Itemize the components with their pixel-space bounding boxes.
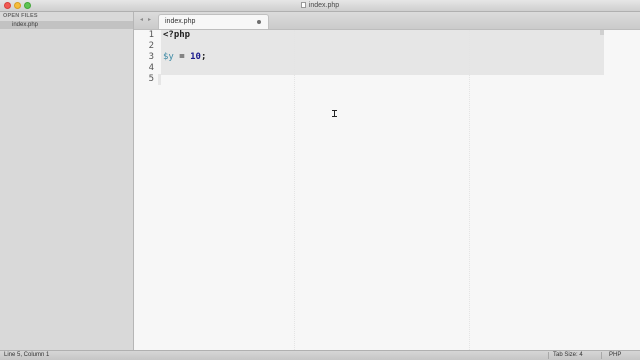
line-number: 1 <box>148 30 154 40</box>
cursor-position: Line 5, Column 1 <box>4 352 50 358</box>
title-bar: index.php <box>0 0 640 12</box>
code-token: <?php <box>163 30 191 40</box>
sidebar-file-label: index.php <box>12 22 39 28</box>
minimap-scroll-indicator[interactable] <box>600 30 604 35</box>
code-token: = <box>173 52 191 62</box>
tab-scroll-left-icon[interactable]: ◂ <box>140 16 143 23</box>
line-number: 2 <box>148 41 154 51</box>
tab-size-selector[interactable]: Tab Size: 4 <box>553 352 583 358</box>
status-divider <box>548 352 549 359</box>
tab-close-icon[interactable] <box>257 20 261 24</box>
ibeam-cursor-icon <box>332 110 337 117</box>
code-token: 10 <box>190 52 201 62</box>
syntax-selector[interactable]: PHP <box>609 352 621 358</box>
tab-index-php[interactable]: index.php <box>158 14 269 29</box>
column-guide <box>294 30 295 350</box>
status-divider <box>601 352 602 359</box>
window-title: index.php <box>0 0 640 11</box>
sidebar: OPEN FILES index.php <box>0 12 134 350</box>
document-icon <box>300 2 306 8</box>
code-line: <?php <box>163 30 190 41</box>
line-number: 3 <box>148 52 154 62</box>
line-number: 4 <box>148 63 154 73</box>
code-token: ; <box>200 52 207 62</box>
code-token: $y <box>163 52 174 62</box>
window-title-text: index.php <box>308 2 340 9</box>
status-bar: Line 5, Column 1 Tab Size: 4 PHP <box>0 350 640 360</box>
tab-label: index.php <box>165 18 196 25</box>
tab-bar: ◂ ▸ index.php <box>134 12 640 30</box>
sidebar-file-item[interactable]: index.php <box>0 21 133 29</box>
tab-scroll-right-icon[interactable]: ▸ <box>148 16 151 23</box>
column-guide <box>469 30 470 350</box>
code-line: $y = 10; <box>163 52 206 63</box>
line-number: 5 <box>148 74 154 84</box>
open-files-header: OPEN FILES <box>3 13 38 19</box>
selection-highlight <box>161 30 604 75</box>
code-editor[interactable]: 12345 <?php $y = 10; <box>134 30 640 350</box>
